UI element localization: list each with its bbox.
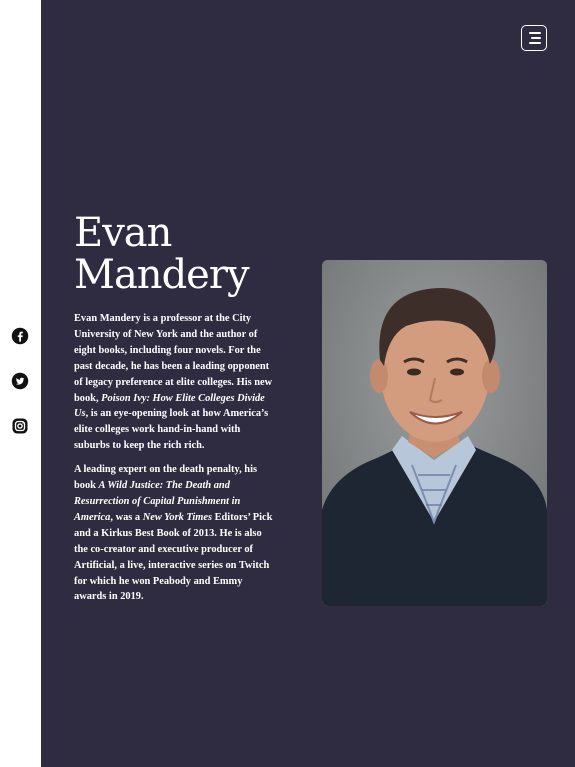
menu-icon-bar bbox=[531, 37, 541, 39]
hero-section: Evan Mandery Evan Mandery is a professor… bbox=[41, 0, 575, 767]
title-first-name: Evan bbox=[74, 210, 172, 256]
facebook-icon[interactable] bbox=[11, 327, 29, 345]
bio-paragraph-1: Evan Mandery is a professor at the City … bbox=[74, 311, 274, 454]
menu-button[interactable] bbox=[521, 25, 547, 51]
instagram-icon[interactable] bbox=[11, 417, 29, 435]
bio-text-span: Evan Mandery is a professor at the City … bbox=[74, 313, 273, 404]
twitter-icon[interactable] bbox=[11, 372, 29, 390]
bio-text-span: , is an eye-opening look at how America’… bbox=[74, 408, 269, 452]
social-sidebar bbox=[0, 0, 41, 767]
title-last-name: Mandery bbox=[74, 252, 250, 298]
bio-text: Evan Mandery is a professor at the City … bbox=[74, 311, 274, 613]
publication-nyt: New York Times bbox=[142, 511, 212, 523]
page-title: Evan Mandery bbox=[74, 212, 274, 296]
bio-text-span: , was a bbox=[110, 511, 143, 523]
menu-icon bbox=[529, 32, 541, 34]
bio-text-span: Editors’ Pick and a Kirkus Best Book of … bbox=[74, 511, 273, 603]
menu-icon-bar bbox=[529, 42, 541, 44]
bio-paragraph-2: A leading expert on the death penalty, h… bbox=[74, 462, 274, 605]
author-portrait bbox=[322, 260, 547, 606]
